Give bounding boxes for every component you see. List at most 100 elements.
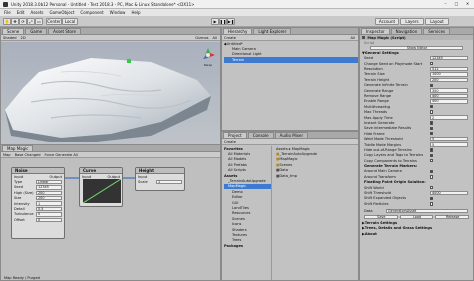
height-scale-field[interactable]: 1 [156,179,182,185]
shading-mode-dropdown[interactable]: Shaded [3,36,17,40]
menu-window[interactable]: Window [110,10,126,15]
noise-high-field[interactable]: 200 [36,190,62,196]
tree-terrain-autoupgrade[interactable]: _TerrainAutoUpgrade [224,178,271,183]
inspector-checkbox[interactable] [430,202,434,206]
maximize-button[interactable]: □ [452,1,461,7]
noise-input-port[interactable]: Input [14,175,23,179]
menu-help[interactable]: Help [131,10,140,15]
noise-seed-field[interactable]: 12345 [36,185,62,190]
play-button[interactable]: ▶ [211,18,219,25]
noise-output-port[interactable]: Output [50,175,62,179]
tab-asset-store[interactable]: Asset Store [48,28,81,34]
noise-type-field[interactable]: Linear [36,179,62,185]
2d-toggle[interactable]: 2D [21,36,26,40]
scene-search-field[interactable]: All [213,36,217,40]
rotate-tool-button[interactable]: ⟳ [19,18,27,25]
pause-button[interactable]: ❚❚ [219,18,227,25]
layout-dropdown[interactable]: Layout [425,18,449,25]
inspector-field-value[interactable]: 5 [430,136,468,142]
height-input-port[interactable]: Input [138,175,147,179]
inspector-checkbox[interactable] [430,169,434,174]
noise-detail-field[interactable]: 0.5 [36,206,62,212]
inspector-checkbox[interactable] [430,61,434,66]
step-button[interactable]: ▶❚ [227,18,235,25]
layers-dropdown[interactable]: Layers [400,18,424,25]
project-create-button[interactable]: Create [224,140,236,144]
tab-scene[interactable]: Scene [2,28,25,34]
hierarchy-search-field[interactable]: All [351,36,355,40]
inspector-checkbox[interactable] [430,148,434,152]
curve-preview[interactable] [82,178,122,204]
inspector-field-value[interactable]: 350 [430,88,468,93]
inspector-checkbox[interactable] [430,153,434,157]
scene-gizmo[interactable]: Persp [199,46,217,67]
gizmos-dropdown[interactable]: Gizmos [195,36,208,40]
tab-game[interactable]: Game [25,28,48,34]
noise-turbulence-field[interactable]: 0 [36,212,62,217]
inspector-field-value[interactable]: 12345 [430,56,468,61]
inspector-checkbox[interactable] [430,196,434,201]
move-tool-button[interactable]: ✥ [11,18,19,25]
inspector-field-value[interactable]: 4000 [430,190,468,196]
account-dropdown[interactable]: Account [375,18,399,25]
inspector-checkbox[interactable] [430,126,434,131]
menu-component[interactable]: Component [80,10,103,15]
graph-map-button[interactable]: Map [3,153,11,157]
menu-assets[interactable]: Assets [30,10,43,15]
menu-edit[interactable]: Edit [17,10,25,15]
inspector-field-value[interactable]: 400 [430,93,468,99]
curve-output-port[interactable]: Output [108,175,120,179]
pivot-toggle[interactable]: Center [46,18,62,25]
noise-node[interactable]: Noise Input Output Type Linear Seed 12345 … [11,167,65,239]
inspector-field-value[interactable]: 5 [430,142,468,147]
noise-intensity-field[interactable]: 1 [36,201,62,206]
about-foldout[interactable]: ▶ About [360,231,473,236]
tab-hierarchy[interactable]: Hierarchy [223,28,253,34]
tab-map-magic[interactable]: Map Magic [2,145,34,151]
tree-packages[interactable]: Packages [224,243,271,248]
hierarchy-create-button[interactable]: Create [224,36,236,40]
data-asset-field[interactable]: GeneratorsAsset [386,209,468,214]
save-button[interactable]: Save [364,214,398,220]
inspector-checkbox[interactable] [430,83,434,87]
file-item[interactable]: ■ Data_tmp [276,173,358,178]
tab-audio-mixer[interactable]: Audio Mixer [274,132,309,138]
tab-inspector[interactable]: Inspector [361,28,390,34]
load-button[interactable]: Load [399,214,434,220]
tab-services[interactable]: Services [423,28,451,34]
hand-tool-button[interactable]: ✋ [3,18,11,25]
menu-file[interactable]: File [4,10,11,15]
tab-console[interactable]: Console [247,132,274,138]
curve-node[interactable]: Curve Input Output [79,167,123,207]
inspector-field-value[interactable]: 400 [430,99,468,104]
rect-tool-button[interactable]: ▭ [35,18,43,25]
inspector-checkbox[interactable] [430,132,434,136]
component-enabled-checkbox[interactable] [362,36,366,40]
scene-viewport[interactable] [1,42,220,144]
inspector-field-value[interactable]: 1000 [430,72,468,77]
inspector-checkbox[interactable] [430,175,434,179]
inspector-checkbox[interactable] [430,105,434,109]
minimize-button[interactable]: – [441,1,450,7]
noise-offset-field[interactable]: 0 [36,217,62,223]
inspector-checkbox[interactable] [430,110,434,114]
noise-size-field[interactable]: 200 [36,196,62,201]
inspector-field-value[interactable]: 2 [430,115,468,120]
close-button[interactable]: ✕ [463,1,472,7]
inspector-checkbox[interactable] [430,158,434,163]
inspector-checkbox[interactable] [430,121,434,125]
hierarchy-item-terrain[interactable]: Terrain [224,57,358,63]
force-generate-all-button[interactable]: Force Generate All [45,153,78,157]
tab-project[interactable]: Project [223,132,247,138]
release-button[interactable]: Release [435,214,470,220]
space-toggle[interactable]: Local [62,18,78,25]
inspector-field-value[interactable]: 200 [430,77,468,83]
height-output-node[interactable]: Height Input Scale 1 [135,167,185,191]
tab-light-explorer[interactable]: Light Explorer [253,28,292,34]
menu-gameobject[interactable]: GameObject [49,10,74,15]
tab-navigation[interactable]: Navigation [390,28,423,34]
inspector-field-value[interactable]: 512 [430,66,468,72]
curve-input-port[interactable]: Input [82,175,91,179]
inspector-checkbox[interactable] [430,185,434,190]
scale-tool-button[interactable]: ⤢ [27,18,35,25]
